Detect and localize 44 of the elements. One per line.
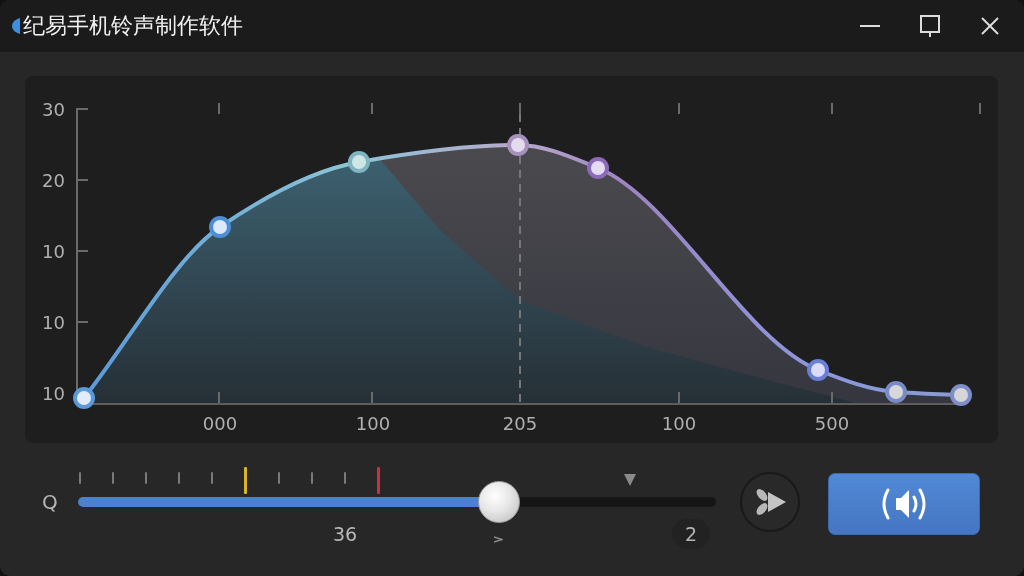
slider-track[interactable] bbox=[78, 481, 716, 523]
control-point[interactable] bbox=[348, 151, 370, 173]
close-icon bbox=[981, 17, 999, 35]
window-title: 纪易手机铃声制作软件 bbox=[23, 12, 243, 40]
triangle-marker-icon bbox=[624, 474, 636, 486]
control-point[interactable] bbox=[73, 387, 95, 409]
x-tick-label: 205 bbox=[502, 412, 538, 434]
y-tick-label: 10 bbox=[42, 240, 65, 262]
slider-label: Q bbox=[42, 491, 59, 513]
axis-tick bbox=[678, 102, 680, 115]
control-point[interactable] bbox=[950, 384, 972, 406]
speaker-button[interactable] bbox=[828, 473, 980, 535]
control-point[interactable] bbox=[587, 157, 609, 179]
y-tick-label: 20 bbox=[42, 169, 65, 191]
value-badge: 2 bbox=[672, 519, 710, 549]
axis-tick bbox=[678, 391, 680, 405]
axis-tick bbox=[831, 391, 833, 405]
axis-tick bbox=[371, 391, 373, 405]
axis-tick bbox=[76, 321, 89, 323]
y-tick-label: 10 bbox=[42, 311, 65, 333]
y-tick-label: 30 bbox=[42, 98, 65, 120]
control-point[interactable] bbox=[209, 216, 231, 238]
control-point[interactable] bbox=[807, 359, 829, 381]
axis-tick bbox=[979, 102, 981, 115]
control-point[interactable] bbox=[885, 381, 907, 403]
minimize-icon bbox=[860, 25, 880, 27]
value-label: 36 bbox=[333, 523, 358, 545]
maximize-icon bbox=[920, 15, 940, 37]
app-logo-icon bbox=[12, 18, 20, 34]
axis-tick bbox=[218, 102, 220, 115]
slider-thumb[interactable] bbox=[478, 481, 521, 523]
x-tick-label: 100 bbox=[355, 412, 391, 434]
axis-tick bbox=[831, 102, 833, 115]
axis-tick bbox=[218, 391, 220, 405]
control-point[interactable] bbox=[507, 134, 529, 156]
x-tick-label: 100 bbox=[661, 412, 697, 434]
axis-tick bbox=[519, 102, 521, 115]
axis-tick bbox=[76, 179, 89, 181]
axis-tick bbox=[76, 250, 89, 252]
x-tick-label: 000 bbox=[202, 412, 238, 434]
axis-tick bbox=[371, 102, 373, 115]
x-tick-label: 500 bbox=[814, 412, 850, 434]
axis-tick bbox=[76, 108, 89, 110]
y-tick-label: 10 bbox=[42, 382, 65, 404]
